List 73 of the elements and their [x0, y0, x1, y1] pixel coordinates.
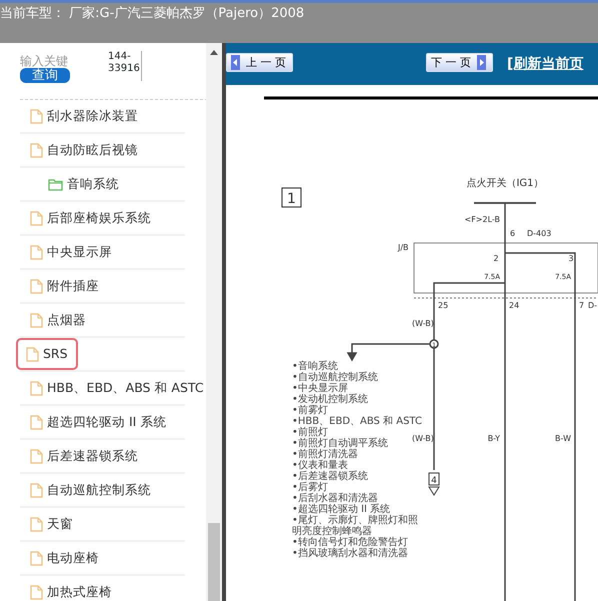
diagram-label: 4 — [431, 476, 437, 486]
system-list-item: •前雾灯 — [292, 405, 329, 416]
diagram-label: D-403 — [527, 229, 552, 238]
previous-page-button[interactable]: 上 一 页 — [226, 53, 293, 72]
tree-item[interactable]: 加热式座椅 — [26, 582, 116, 601]
diagram-label: 6 — [510, 229, 516, 238]
tree-item[interactable]: 自动防眩后视镜 — [26, 140, 142, 160]
diagram-label: 点火开关（IG1） — [466, 178, 544, 189]
system-list-item: •后雾灯 — [292, 482, 329, 493]
diagram-label: 24 — [509, 301, 520, 310]
document-icon — [30, 516, 43, 532]
folder-icon — [48, 178, 63, 190]
document-icon — [30, 448, 43, 464]
diagram-label: 3 — [568, 254, 574, 263]
tree-item[interactable]: 点烟器 — [26, 310, 90, 330]
search-button[interactable]: 查询 — [20, 68, 70, 83]
tree-item[interactable]: 刮水器除冰装置 — [26, 106, 142, 126]
system-list-item: •前照灯清洗器 — [292, 449, 359, 460]
scroll-up-icon[interactable] — [210, 50, 218, 55]
document-icon — [30, 312, 43, 328]
tree-item[interactable]: 音响系统 — [44, 174, 123, 194]
diagram-label: (W-B) — [412, 434, 434, 443]
scrollbar-thumb[interactable] — [208, 523, 220, 601]
tree-item[interactable]: 自动巡航控制系统 — [26, 480, 155, 500]
document-icon — [30, 210, 43, 226]
system-list-item: •自动巡航控制系统 — [292, 372, 379, 383]
diagram-label: D- — [588, 301, 598, 310]
tree-item[interactable]: 后部座椅娱乐系统 — [26, 208, 155, 228]
diagram-label: 25 — [438, 301, 448, 310]
label-frame — [282, 188, 302, 208]
system-list-item: •后差速器锁系统 — [292, 471, 369, 482]
document-icon — [30, 108, 43, 124]
tree-item[interactable]: 后差速器锁系统 — [26, 446, 142, 466]
document-icon — [30, 278, 43, 294]
document-icon — [30, 244, 43, 260]
system-list-item: •发动机控制系统 — [292, 394, 369, 405]
tree-item[interactable]: 中央显示屏 — [26, 242, 116, 262]
diagram-label: B-Y — [488, 434, 500, 443]
refresh-link[interactable]: [刷新当前页 — [507, 54, 584, 75]
tree-item[interactable]: 电动座椅 — [26, 548, 103, 568]
system-list-item: •转向信号灯和危险警告灯 — [292, 537, 409, 548]
next-page-button[interactable]: 下 一 页 — [426, 53, 493, 72]
document-icon — [30, 142, 43, 158]
system-list-item: •挡风玻璃刮水器和清洗器 — [292, 548, 409, 559]
system-list-item: •HBB、EBD、ABS 和 ASTC — [292, 416, 422, 427]
system-list-item: •超选四轮驱动 II 系统 — [292, 504, 390, 515]
diagram-label: J/B — [398, 243, 409, 252]
document-icon — [30, 550, 43, 566]
document-icon — [30, 482, 43, 498]
code-text: 144-33916 — [108, 51, 142, 81]
system-list-item: •中央显示屏 — [292, 383, 348, 394]
scrollbar[interactable] — [206, 43, 222, 601]
diagram-label: (W-B) — [412, 319, 434, 328]
tree-item[interactable]: HBB、EBD、ABS 和 ASTC — [26, 378, 208, 398]
tree-item[interactable]: 天窗 — [26, 514, 77, 534]
tree-item[interactable]: 超选四轮驱动 II 系统 — [26, 412, 170, 432]
system-list-item: •音响系统 — [292, 361, 338, 372]
system-list-item: •后刮水器和清洗器 — [292, 493, 378, 504]
system-list-item: •尾灯、示廓灯、牌照灯和照明亮度控制蜂鸣器 — [292, 515, 419, 537]
diagram-label: 2 — [493, 254, 499, 263]
vehicle-title: 当前车型： 厂家:G-广汽三菱帕杰罗（Pajero）2008 — [0, 5, 306, 22]
document-icon — [30, 414, 43, 430]
tree-item[interactable]: SRS — [18, 340, 76, 368]
tree-item[interactable]: 附件插座 — [26, 276, 103, 296]
diagram-label: 7 — [579, 301, 584, 310]
diagram-label: <F>2L-B — [464, 215, 500, 224]
diagram-label: B-W — [555, 434, 571, 443]
document-icon — [30, 584, 43, 600]
document-icon — [26, 346, 39, 362]
system-list-item: •前照灯 — [292, 427, 329, 438]
system-list-item: •仪表和量表 — [292, 460, 348, 471]
document-icon — [30, 380, 43, 396]
diagram-number: 1 — [287, 191, 296, 207]
